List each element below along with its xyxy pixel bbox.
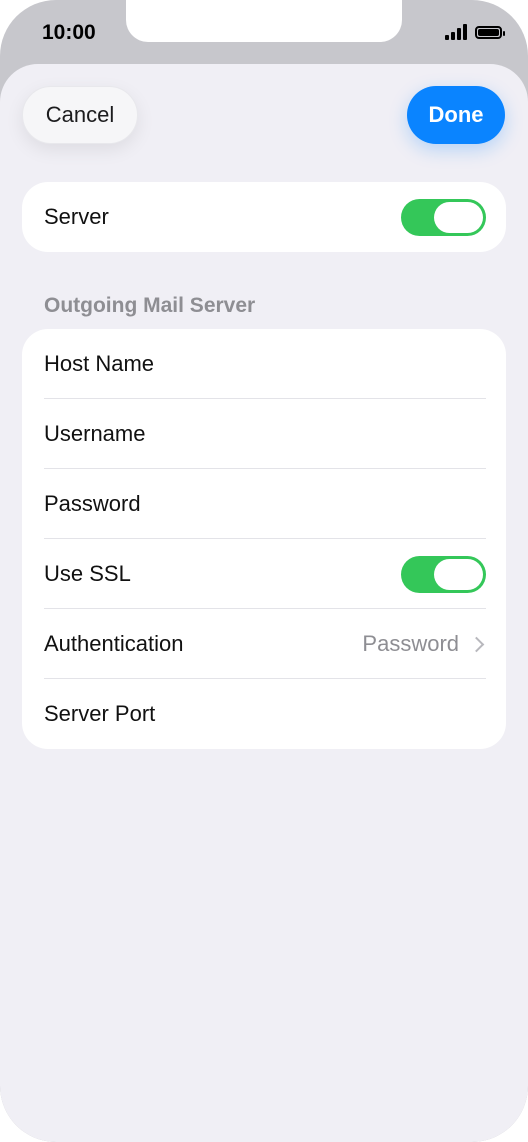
outgoing-group: Host Name Username Password Use SSL Auth… xyxy=(22,329,506,749)
toggle-knob xyxy=(434,558,483,590)
server-toggle[interactable] xyxy=(401,198,486,236)
authentication-value: Password xyxy=(362,631,459,656)
phone-frame: 10:00 Cancel Done Server Outgoing Mail S… xyxy=(0,0,528,1142)
username-label: Username xyxy=(44,421,146,446)
signal-icon xyxy=(445,24,467,40)
battery-icon xyxy=(475,25,505,39)
server-group: Server xyxy=(22,182,506,252)
outgoing-section-header: Outgoing Mail Server xyxy=(44,294,256,317)
use-ssl-toggle[interactable] xyxy=(401,555,486,593)
username-row[interactable]: Username xyxy=(22,399,506,469)
password-label: Password xyxy=(44,491,141,516)
use-ssl-row: Use SSL xyxy=(22,539,506,609)
server-port-row[interactable]: Server Port xyxy=(22,679,506,749)
use-ssl-label: Use SSL xyxy=(44,561,131,586)
host-name-row[interactable]: Host Name xyxy=(22,329,506,399)
server-label: Server xyxy=(44,204,109,229)
status-icons xyxy=(445,24,505,40)
server-port-label: Server Port xyxy=(44,701,156,726)
host-name-label: Host Name xyxy=(44,351,155,376)
authentication-label: Authentication xyxy=(44,631,184,656)
done-button[interactable]: Done xyxy=(407,86,505,144)
chevron-right-icon xyxy=(468,636,485,652)
server-row: Server xyxy=(22,182,506,252)
password-row[interactable]: Password xyxy=(22,469,506,539)
settings-sheet: Cancel Done Server Outgoing Mail Server … xyxy=(0,64,528,1142)
authentication-row[interactable]: Authentication Password xyxy=(22,609,506,679)
cancel-button[interactable]: Cancel xyxy=(22,86,138,144)
status-time: 10:00 xyxy=(42,21,96,44)
toggle-knob xyxy=(434,201,483,233)
notch xyxy=(126,0,402,42)
